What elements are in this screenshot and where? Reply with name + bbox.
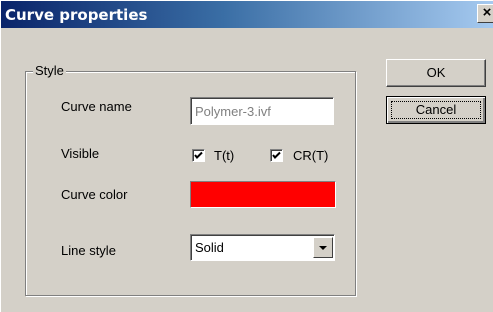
style-group-legend: Style xyxy=(33,63,66,78)
window-title: Curve properties xyxy=(5,6,148,24)
ok-button[interactable]: OK xyxy=(386,59,486,87)
t-checkbox-label[interactable]: T(t) xyxy=(214,148,234,163)
cr-checkbox[interactable] xyxy=(270,149,283,162)
title-bar[interactable]: Curve properties xyxy=(1,1,493,28)
line-style-select[interactable]: Solid xyxy=(190,234,335,261)
cancel-button[interactable]: Cancel xyxy=(386,96,486,124)
checkmark-icon xyxy=(272,151,281,159)
visible-label: Visible xyxy=(61,146,100,161)
close-button[interactable]: × xyxy=(477,4,493,23)
close-icon: × xyxy=(482,4,492,21)
chevron-down-icon xyxy=(319,246,327,250)
focus-rect xyxy=(391,101,481,119)
curve-name-label: Curve name xyxy=(61,99,132,114)
curve-color-swatch[interactable] xyxy=(190,181,336,208)
curve-properties-dialog: Curve properties × Style Curve name Poly… xyxy=(0,0,493,312)
line-style-label: Line style xyxy=(61,243,116,258)
dropdown-button[interactable] xyxy=(313,237,333,258)
t-checkbox[interactable] xyxy=(192,149,205,162)
cr-checkbox-label[interactable]: CR(T) xyxy=(293,148,328,163)
curve-color-label: Curve color xyxy=(61,187,128,202)
checkmark-icon xyxy=(194,151,203,159)
line-style-value: Solid xyxy=(195,240,224,255)
curve-name-field[interactable]: Polymer-3.ivf xyxy=(190,97,334,125)
